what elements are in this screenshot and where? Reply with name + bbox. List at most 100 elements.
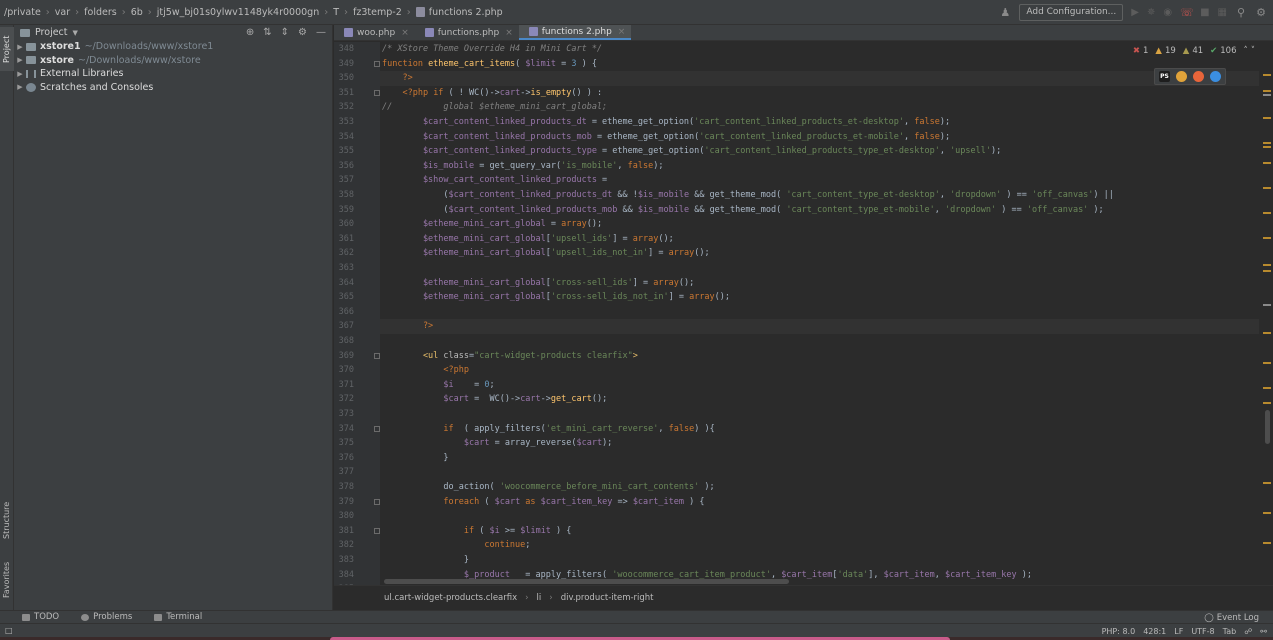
- warning-marker[interactable]: [1263, 94, 1271, 96]
- warning-marker[interactable]: [1263, 332, 1271, 334]
- search-icon[interactable]: ⚲: [1235, 6, 1247, 19]
- project-title[interactable]: Project: [35, 27, 68, 38]
- file-encoding[interactable]: UTF-8: [1191, 627, 1214, 636]
- tool-tab-structure[interactable]: Structure: [0, 495, 14, 545]
- code-line[interactable]: if ( apply_filters('et_mini_cart_reverse…: [382, 422, 714, 437]
- locate-icon[interactable]: ⊕: [246, 27, 254, 38]
- run-icon[interactable]: ▶: [1131, 7, 1139, 18]
- user-icon[interactable]: ♟: [999, 6, 1011, 19]
- add-configuration-button[interactable]: Add Configuration...: [1019, 4, 1124, 21]
- breadcrumb-item[interactable]: › functions 2.php: [402, 0, 503, 24]
- coverage-icon[interactable]: ◉: [1163, 7, 1172, 18]
- terminal-button[interactable]: Terminal: [154, 612, 202, 622]
- code-line[interactable]: $cart_content_linked_products_dt = ethem…: [382, 115, 950, 130]
- phpstorm-icon[interactable]: PS: [1159, 71, 1170, 82]
- code-line[interactable]: $cart = WC()->cart->get_cart();: [382, 392, 607, 407]
- code-line[interactable]: }: [382, 451, 448, 466]
- php-version[interactable]: PHP: 8.0: [1102, 627, 1136, 636]
- stop-icon[interactable]: ■: [1200, 7, 1209, 18]
- code-line[interactable]: $is_mobile = get_query_var('is_mobile', …: [382, 159, 664, 174]
- code-line[interactable]: ($cart_content_linked_products_mob && $i…: [382, 203, 1103, 218]
- warning-marker[interactable]: [1263, 362, 1271, 364]
- close-icon[interactable]: ×: [618, 27, 626, 37]
- indent-setting[interactable]: Tab: [1223, 627, 1237, 636]
- code-line[interactable]: $etheme_mini_cart_global['cross-sell_ids…: [382, 276, 694, 291]
- code-line[interactable]: function etheme_cart_items( $limit = 3 )…: [382, 57, 597, 72]
- tree-item[interactable]: ▶ External Libraries: [14, 67, 332, 81]
- code-line[interactable]: ?>: [382, 319, 433, 334]
- warning-marker[interactable]: [1263, 90, 1271, 92]
- code-line[interactable]: $etheme_mini_cart_global['upsell_ids_not…: [382, 246, 710, 261]
- warning-marker[interactable]: [1263, 142, 1271, 144]
- code-editor[interactable]: 348 349 350 351 352 353 354 355 356 357 358 359 360 3…: [334, 42, 1273, 585]
- line-separator[interactable]: LF: [1174, 627, 1183, 636]
- code-line[interactable]: $etheme_mini_cart_global = array();: [382, 217, 602, 232]
- warning-marker[interactable]: [1263, 264, 1271, 266]
- vertical-scrollbar[interactable]: [1265, 410, 1270, 444]
- code-line[interactable]: $cart = array_reverse($cart);: [382, 436, 612, 451]
- code-line[interactable]: ($cart_content_linked_products_dt && !$i…: [382, 188, 1114, 203]
- settings-icon[interactable]: ⚙: [1255, 6, 1267, 19]
- editor-tab[interactable]: functions.php ×: [415, 25, 519, 40]
- code-line[interactable]: continue;: [382, 538, 530, 553]
- editor-tab[interactable]: functions 2.php ×: [518, 25, 632, 40]
- fold-marker-icon[interactable]: [374, 425, 380, 432]
- gear-icon[interactable]: ⚙: [298, 27, 307, 38]
- warning-marker[interactable]: [1263, 162, 1271, 164]
- warning-marker[interactable]: [1263, 402, 1271, 404]
- breadcrumb-item[interactable]: private: [7, 0, 41, 24]
- code-line[interactable]: $etheme_mini_cart_global['upsell_ids'] =…: [382, 232, 674, 247]
- collapse-all-icon[interactable]: ⇕: [281, 27, 289, 38]
- tool-tab-project[interactable]: Project: [0, 27, 14, 71]
- chevron-down-icon[interactable]: ˅: [1251, 46, 1255, 56]
- fold-marker-icon[interactable]: [374, 352, 380, 359]
- horizontal-scrollbar[interactable]: [380, 578, 1260, 585]
- code-line[interactable]: /* XStore Theme Override H4 in Mini Cart…: [382, 42, 602, 57]
- safari-icon[interactable]: [1210, 71, 1221, 82]
- breadcrumb-item[interactable]: › T: [319, 0, 339, 24]
- warning-marker[interactable]: [1263, 117, 1271, 119]
- hide-icon[interactable]: —: [316, 27, 326, 38]
- fold-marker-icon[interactable]: [374, 498, 380, 505]
- code-line[interactable]: $cart_content_linked_products_mob = ethe…: [382, 130, 950, 145]
- fold-marker-icon[interactable]: [374, 89, 380, 96]
- horizontal-scrollbar-thumb[interactable]: [384, 579, 789, 584]
- warning-marker[interactable]: [1263, 212, 1271, 214]
- caret-position[interactable]: 428:1: [1143, 627, 1166, 636]
- warning-marker[interactable]: [1263, 187, 1271, 189]
- inspection-widget[interactable]: ✖ 1 ▲ 19 ▲ 41 ✔ 106 ˄ ˅: [1128, 44, 1259, 58]
- code-line[interactable]: $i = 0;: [382, 378, 494, 393]
- problems-button[interactable]: Problems: [81, 612, 132, 622]
- warning-marker[interactable]: [1263, 146, 1271, 148]
- code-line[interactable]: ?>: [382, 71, 412, 86]
- code-line[interactable]: foreach ( $cart as $cart_item_key => $ca…: [382, 495, 704, 510]
- code-line[interactable]: }: [382, 553, 469, 568]
- code-line[interactable]: $show_cart_content_linked_products =: [382, 173, 607, 188]
- warning-marker[interactable]: [1263, 482, 1271, 484]
- chevron-up-icon[interactable]: ˄: [1244, 46, 1248, 56]
- breadcrumb-item[interactable]: › 6b: [117, 0, 143, 24]
- firefox-icon[interactable]: [1193, 71, 1204, 82]
- warning-marker[interactable]: [1263, 542, 1271, 544]
- warning-marker[interactable]: [1263, 270, 1271, 272]
- chevron-right-icon[interactable]: ▶: [14, 83, 26, 91]
- warning-marker[interactable]: [1263, 512, 1271, 514]
- code-breadcrumb-item[interactable]: ul.cart-widget-products.clearfix: [384, 593, 517, 603]
- code-line[interactable]: do_action( 'woocommerce_before_mini_cart…: [382, 480, 714, 495]
- expand-all-icon[interactable]: ⇅: [263, 27, 271, 38]
- code-line[interactable]: <?php if ( ! WC()->cart->is_empty() ) :: [382, 86, 602, 101]
- warning-marker[interactable]: [1263, 237, 1271, 239]
- fold-marker-icon[interactable]: [374, 527, 380, 534]
- warning-marker[interactable]: [1263, 387, 1271, 389]
- code-breadcrumb-item[interactable]: li: [537, 593, 542, 603]
- chevron-right-icon[interactable]: ▶: [14, 56, 26, 64]
- todo-button[interactable]: TODO: [22, 612, 59, 622]
- code-line[interactable]: <?php: [382, 363, 469, 378]
- git-icon[interactable]: ⚯: [1260, 627, 1267, 636]
- php-debug-listen-icon[interactable]: ☏: [1180, 6, 1194, 19]
- editor-tab[interactable]: woo.php ×: [334, 25, 415, 40]
- lock-icon[interactable]: ☍: [1244, 627, 1252, 636]
- tree-item[interactable]: ▶ xstore1 ~/Downloads/www/xstore1: [14, 40, 332, 54]
- code-line[interactable]: $etheme_mini_cart_global['cross-sell_ids…: [382, 290, 730, 305]
- close-icon[interactable]: ×: [401, 28, 409, 38]
